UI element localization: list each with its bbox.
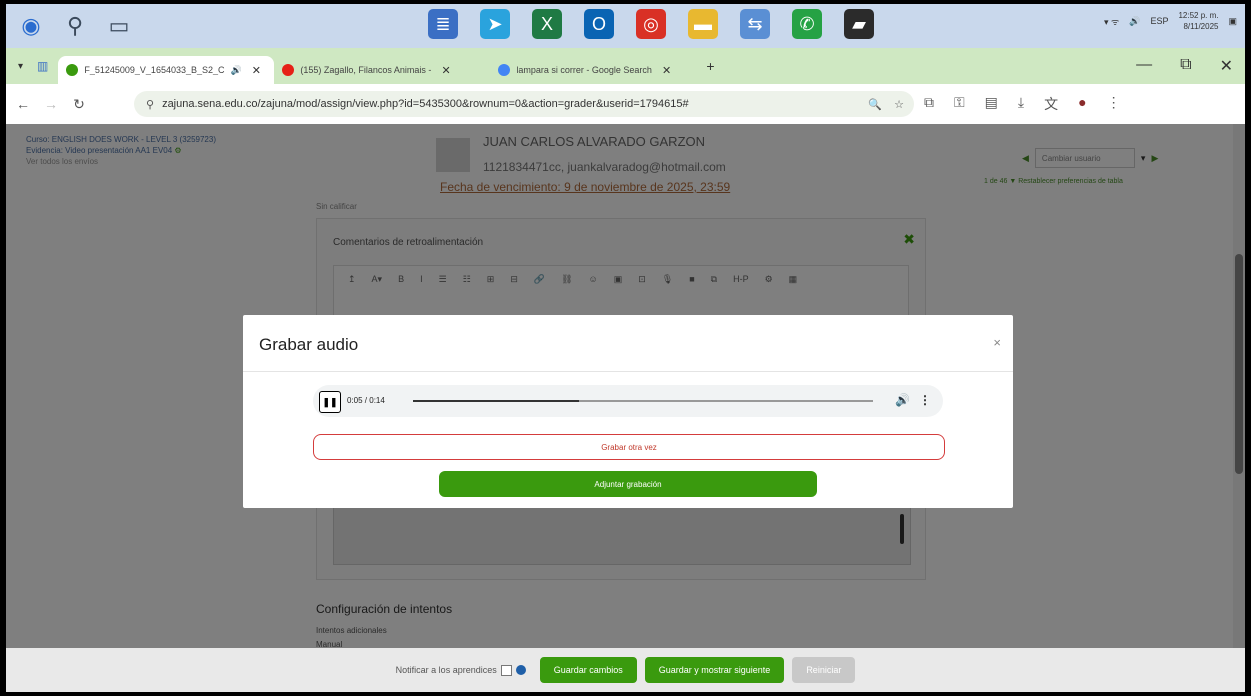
browser-menu-icon[interactable]: ⋮	[1107, 94, 1121, 114]
browser-tab[interactable]: lampara si correr - Google Search ✕	[490, 56, 696, 84]
clock[interactable]: 12:52 p. m. 8/11/2025	[1178, 10, 1218, 32]
tab-favicon-icon	[66, 64, 79, 76]
window-controls: — ⧉ ✕	[1136, 56, 1233, 76]
reload-button[interactable]: ↻	[68, 96, 90, 113]
browser-tab[interactable]: F_51245009_V_1654033_B_S2_C 🔊 ✕	[58, 56, 275, 84]
save-changes-button[interactable]: Guardar cambios	[539, 657, 637, 683]
notify-checkbox[interactable]	[500, 664, 512, 676]
bookmark-star-icon[interactable]: ☆	[894, 98, 904, 111]
tab-close-icon[interactable]: ✕	[252, 64, 261, 77]
outlook-icon[interactable]: O	[584, 9, 614, 39]
whatsapp-icon[interactable]: ✆	[792, 9, 822, 39]
password-icon[interactable]: ⚿	[954, 94, 965, 114]
record-audio-dialog: Grabar audio × ❚❚ 0:05 / 0:14 🔊 ⋮ Grabar…	[243, 315, 1013, 508]
notepad-icon[interactable]: ≣	[428, 9, 458, 39]
close-window-button[interactable]: ✕	[1220, 56, 1233, 76]
translate-icon[interactable]: 文	[1044, 94, 1058, 114]
minimize-button[interactable]: —	[1136, 56, 1152, 76]
notify-students: Notificar a los aprendices	[395, 664, 526, 676]
notification-icon[interactable]: ▣	[1228, 16, 1237, 27]
tab-audio-icon[interactable]: 🔊	[231, 65, 242, 76]
tab-favicon-icon	[498, 64, 511, 76]
network-app-icon[interactable]: ⇆	[740, 9, 770, 39]
address-bar: ← → ↻ ⚲ zajuna.sena.edu.co/zajuna/mod/as…	[6, 84, 1245, 125]
tab-close-icon[interactable]: ✕	[441, 64, 450, 77]
clock-time: 12:52 p. m.	[1178, 11, 1219, 20]
help-icon[interactable]	[515, 665, 526, 675]
task-view-icon[interactable]: ▭	[104, 11, 134, 41]
tab-search-icon[interactable]: ▾	[18, 61, 23, 72]
network-icon[interactable]: ▾ ᯤ	[1104, 15, 1119, 28]
attach-recording-button[interactable]: Adjuntar grabación	[439, 471, 817, 497]
profile-avatar[interactable]: ●	[1078, 94, 1086, 114]
volume-icon[interactable]: 🔊	[895, 393, 910, 407]
back-button[interactable]: ←	[12, 96, 34, 112]
url-text: zajuna.sena.edu.co/zajuna/mod/assign/vie…	[162, 98, 689, 110]
volume-icon[interactable]: 🔊	[1129, 16, 1140, 27]
audio-player: ❚❚ 0:05 / 0:14 🔊 ⋮	[313, 385, 943, 417]
taskbar: ◉ ⚲ ▭ ≣ ➤ X O ◎ ▬ ⇆ ✆ ▰ ▾ ᯤ 🔊 ESP 12:52 p. m. 8/11…	[6, 4, 1245, 48]
excel-icon[interactable]: X	[532, 9, 562, 39]
reading-list-icon[interactable]: ▤	[985, 94, 998, 114]
seek-bar-progress	[413, 400, 579, 402]
language-indicator[interactable]: ESP	[1150, 16, 1168, 26]
close-dialog-button[interactable]: ×	[993, 335, 1001, 350]
player-time: 0:05 / 0:14	[347, 396, 385, 405]
screen: ◉ ⚲ ▭ ≣ ➤ X O ◎ ▬ ⇆ ✆ ▰ ▾ ᯤ 🔊 ESP 12:52 p. m. 8/11…	[6, 4, 1245, 692]
notify-label: Notificar a los aprendices	[395, 665, 497, 675]
forward-button[interactable]: →	[40, 96, 62, 112]
reset-button[interactable]: Reiniciar	[792, 657, 856, 683]
url-field[interactable]: ⚲ zajuna.sena.edu.co/zajuna/mod/assign/v…	[134, 91, 914, 117]
new-tab-button[interactable]: +	[706, 58, 714, 74]
system-tray: ▾ ᯤ 🔊 ESP 12:52 p. m. 8/11/2025 ▣	[1104, 10, 1237, 32]
search-icon[interactable]: ⚲	[60, 11, 90, 41]
clock-date: 8/11/2025	[1183, 22, 1219, 31]
start-orb-icon[interactable]: ◉	[16, 11, 46, 41]
tab-favicon-icon	[282, 64, 295, 76]
dialog-divider	[243, 371, 1013, 372]
seek-bar[interactable]	[413, 400, 873, 402]
tab-title: (155) Zagallo, Filancos Animais -	[300, 65, 432, 75]
save-and-next-button[interactable]: Guardar y mostrar siguiente	[644, 657, 785, 683]
record-again-button[interactable]: Grabar otra vez	[313, 434, 945, 460]
file-explorer-icon[interactable]: ▬	[688, 9, 718, 39]
tab-strip: ▾ ▥ F_51245009_V_1654033_B_S2_C 🔊 ✕ (155) Z…	[6, 48, 1245, 84]
restore-button[interactable]: ⧉	[1180, 56, 1191, 76]
grader-footer: Notificar a los aprendices Guardar cambi…	[6, 648, 1245, 692]
extensions-icon[interactable]: ⧉	[924, 94, 934, 114]
site-settings-icon[interactable]: ⚲	[146, 98, 154, 111]
more-options-icon[interactable]: ⋮	[919, 393, 931, 407]
tab-close-icon[interactable]: ✕	[662, 64, 671, 77]
pause-button[interactable]: ❚❚	[319, 391, 341, 413]
zoom-icon[interactable]: 🔍	[868, 98, 882, 111]
download-icon[interactable]: ⤓	[1018, 94, 1024, 114]
dialog-title: Grabar audio	[259, 335, 359, 354]
browser-tab[interactable]: (155) Zagallo, Filancos Animais - ✕	[274, 56, 490, 84]
tab-title: F_51245009_V_1654033_B_S2_C	[84, 65, 225, 75]
tab-title: lampara si correr - Google Search	[516, 65, 652, 75]
chrome-icon[interactable]: ◎	[636, 9, 666, 39]
sticky-notes-icon[interactable]: ▰	[844, 9, 874, 39]
telegram-icon[interactable]: ➤	[480, 9, 510, 39]
tab-groups-icon[interactable]: ▥	[37, 59, 48, 73]
